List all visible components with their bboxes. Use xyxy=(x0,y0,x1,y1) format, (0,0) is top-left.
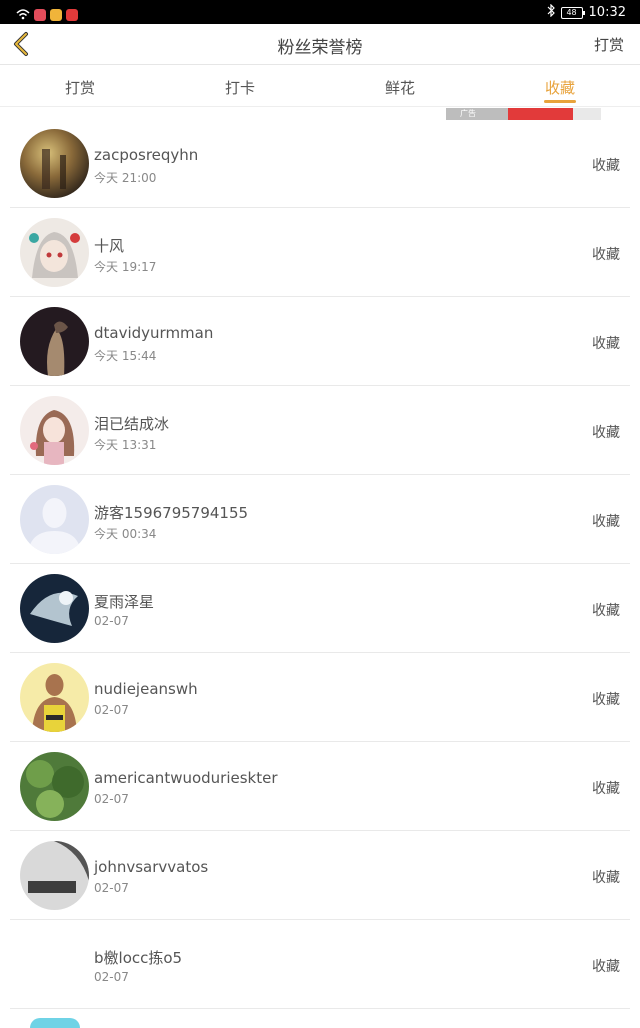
favorite-label: 收藏 xyxy=(592,247,620,263)
fan-time: 02-07 xyxy=(94,881,129,895)
fan-time: 今天 00:34 xyxy=(94,527,157,541)
fan-name: b檄locc拣o5 xyxy=(94,949,183,967)
app-notification-icon xyxy=(50,8,62,21)
avatar[interactable] xyxy=(20,218,89,287)
list-item[interactable]: 夏雨泽星 02-07 收藏 xyxy=(0,564,640,653)
favorite-label: 收藏 xyxy=(592,692,620,708)
fan-time: 今天 21:00 xyxy=(94,171,157,185)
app-notification-icon xyxy=(66,8,78,21)
favorite-label: 收藏 xyxy=(592,514,620,530)
avatar[interactable] xyxy=(20,841,89,910)
fan-time: 02-07 xyxy=(94,970,129,984)
favorite-label: 收藏 xyxy=(592,603,620,619)
avatar[interactable] xyxy=(20,930,89,999)
avatar[interactable] xyxy=(20,663,89,732)
avatar[interactable] xyxy=(20,574,89,643)
avatar xyxy=(30,1018,80,1028)
nav-header: 粉丝荣誉榜 打赏 xyxy=(0,24,640,64)
fan-name: americantwuodurieskter xyxy=(94,769,278,787)
list-item[interactable]: 游客1596795794155 今天 00:34 收藏 xyxy=(0,475,640,564)
favorite-label: 收藏 xyxy=(592,158,620,174)
reward-button[interactable]: 打赏 xyxy=(594,34,624,55)
avatar[interactable] xyxy=(20,752,89,821)
avatar[interactable] xyxy=(20,485,89,554)
fan-name: 十风 xyxy=(94,237,125,255)
wifi-icon xyxy=(16,5,30,24)
fan-list: zacposreqyhn 今天 21:00 收藏 十风 今天 19:17 收藏 … xyxy=(0,119,640,1009)
tab-flowers[interactable]: 鲜花 xyxy=(320,65,480,107)
battery-icon: 48 xyxy=(560,6,585,19)
favorite-label: 收藏 xyxy=(592,870,620,886)
list-item[interactable]: b檄locc拣o5 02-07 收藏 xyxy=(0,920,640,1009)
list-item[interactable]: zacposreqyhn 今天 21:00 收藏 xyxy=(0,119,640,208)
list-item[interactable]: 泪已结成冰 今天 13:31 收藏 xyxy=(0,386,640,475)
divider xyxy=(0,106,640,107)
tab-favorites[interactable]: 收藏 xyxy=(480,65,640,107)
tab-reward[interactable]: 打赏 xyxy=(0,65,160,107)
fan-time: 今天 13:31 xyxy=(94,438,157,452)
tab-checkin[interactable]: 打卡 xyxy=(160,65,320,107)
page-title: 粉丝荣誉榜 xyxy=(277,38,363,58)
fan-name: dtavidyurmman xyxy=(94,324,214,342)
avatar[interactable] xyxy=(20,396,89,465)
fan-name: zacposreqyhn xyxy=(94,146,199,164)
fan-name: 夏雨泽星 xyxy=(94,593,155,611)
fan-time: 02-07 xyxy=(94,703,129,717)
ad-label: 广告 xyxy=(460,109,476,118)
favorite-label: 收藏 xyxy=(592,336,620,352)
list-item[interactable]: nudiejeanswh 02-07 收藏 xyxy=(0,653,640,742)
fan-name: nudiejeanswh xyxy=(94,680,198,698)
clock: 10:32 xyxy=(588,5,626,20)
list-item[interactable]: johnvsarvvatos 02-07 收藏 xyxy=(0,831,640,920)
fan-name: 游客1596795794155 xyxy=(94,504,249,522)
list-item[interactable]: dtavidyurmman 今天 15:44 收藏 xyxy=(0,297,640,386)
favorite-label: 收藏 xyxy=(592,425,620,441)
list-item[interactable]: 十风 今天 19:17 收藏 xyxy=(0,208,640,297)
list-item[interactable]: americantwuodurieskter 02-07 收藏 xyxy=(0,742,640,831)
fan-name: 泪已结成冰 xyxy=(94,415,170,433)
avatar[interactable] xyxy=(20,129,89,198)
bluetooth-icon xyxy=(547,3,555,21)
status-icons-left xyxy=(16,5,78,24)
default-person-icon xyxy=(20,485,89,554)
fan-time: 今天 19:17 xyxy=(94,260,157,274)
fan-time: 02-07 xyxy=(94,792,129,806)
fan-time: 02-07 xyxy=(94,614,129,628)
favorite-label: 收藏 xyxy=(592,781,620,797)
avatar[interactable] xyxy=(20,307,89,376)
tab-bar: 打赏 打卡 鲜花 收藏 xyxy=(0,65,640,107)
favorite-label: 收藏 xyxy=(592,959,620,975)
app-notification-icon xyxy=(34,8,46,21)
fan-time: 今天 15:44 xyxy=(94,349,157,363)
fan-name: johnvsarvvatos xyxy=(94,858,209,876)
status-bar: 48 10:32 xyxy=(0,0,640,24)
